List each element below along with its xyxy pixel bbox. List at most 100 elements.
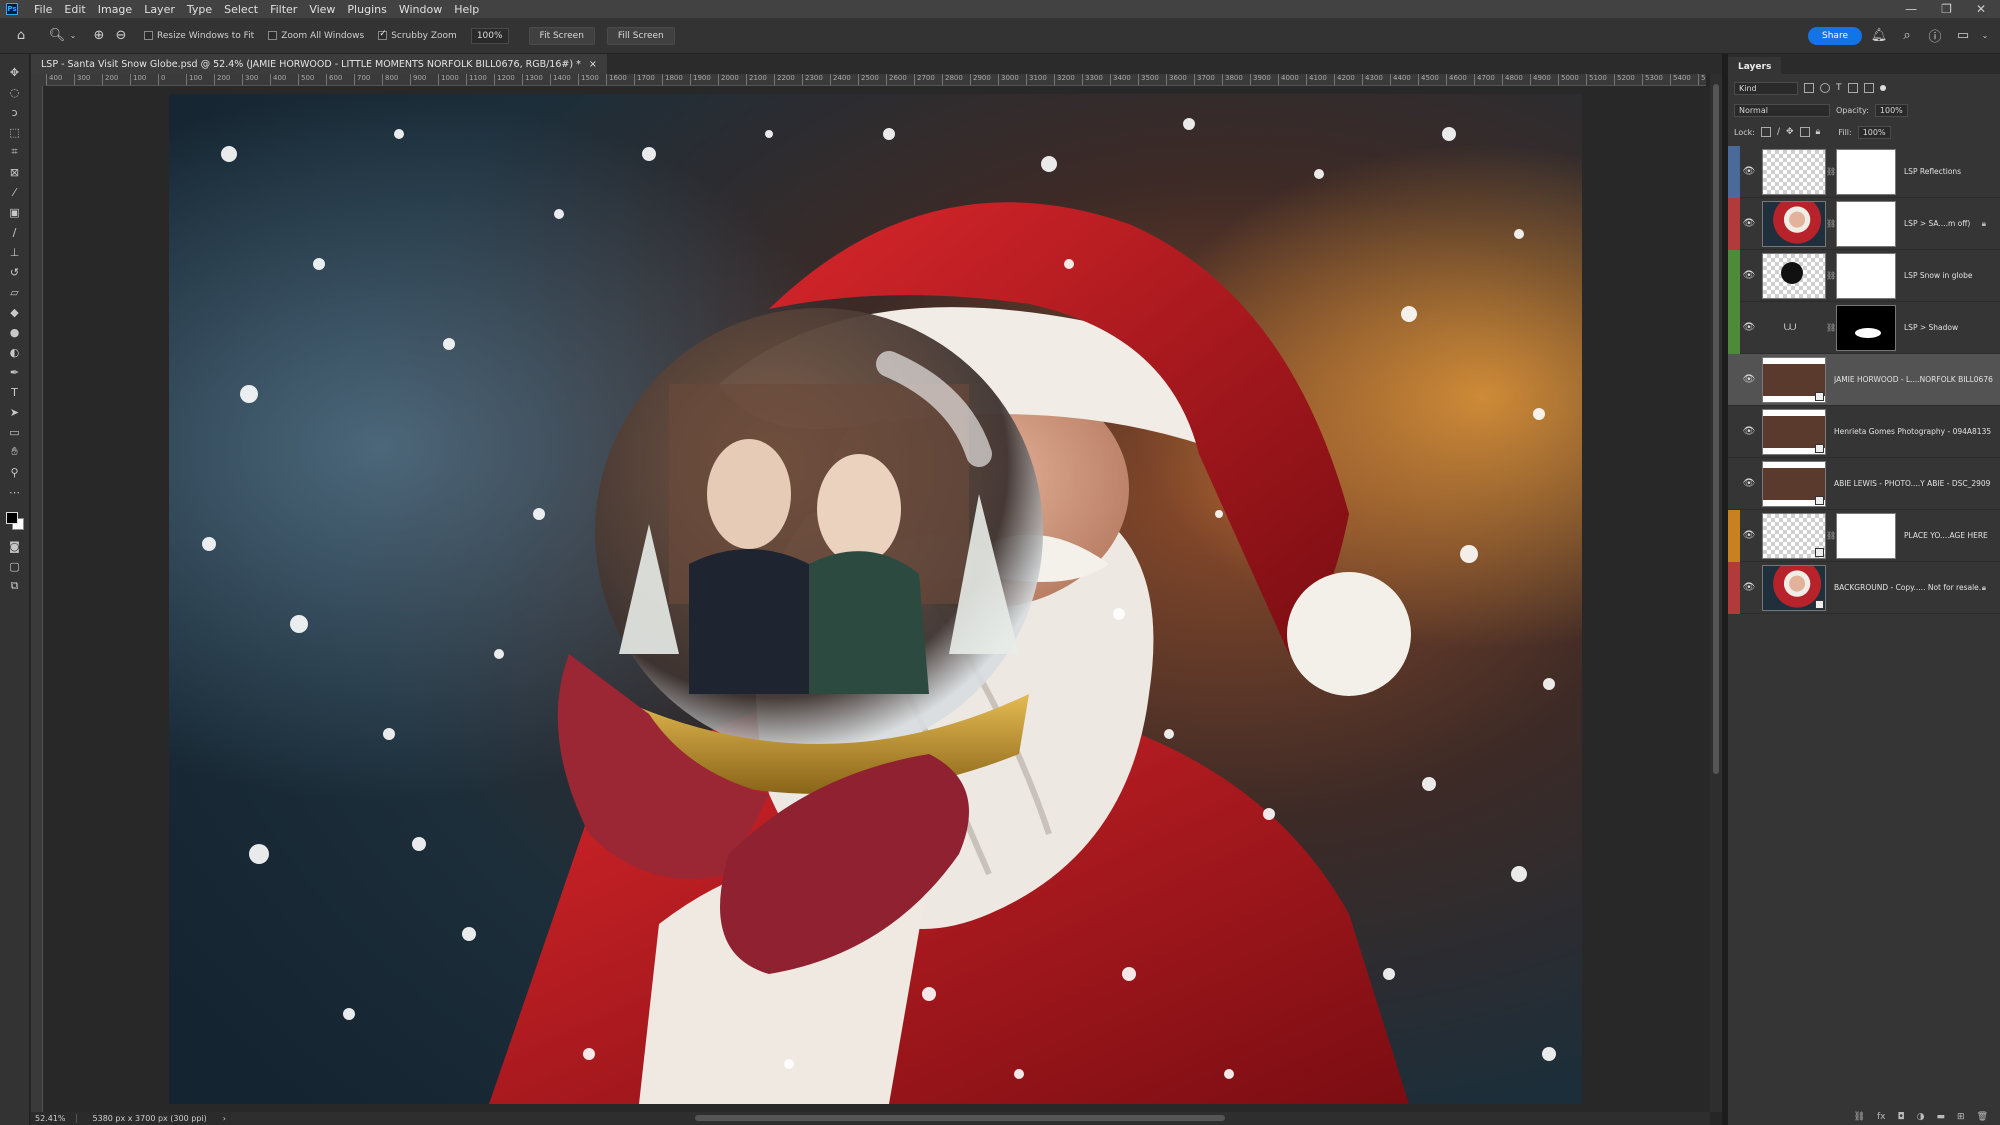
visibility-eye-icon[interactable]: 👁︎ (1742, 166, 1756, 177)
scrubby-zoom-checkbox[interactable] (378, 29, 388, 40)
menu-help[interactable]: Help (448, 3, 485, 16)
opacity-field[interactable]: 100% (1874, 103, 1908, 117)
blend-mode-select[interactable]: Normal (1734, 103, 1830, 117)
frame-tool-icon[interactable]: ⊠ (4, 164, 26, 180)
pen-tool-icon[interactable]: ✒ (4, 364, 26, 380)
fx-icon[interactable]: fx (1877, 1112, 1886, 1122)
visibility-eye-icon[interactable]: 👁︎ (1742, 582, 1756, 593)
horizontal-scroll-thumb[interactable] (695, 1115, 1225, 1121)
share-button[interactable]: Share (1808, 26, 1862, 45)
artboard-icon[interactable]: ⧉ (4, 578, 26, 594)
zoom-in-icon[interactable]: ⊕ (88, 25, 110, 47)
eyedropper-tool-icon[interactable]: ⁄ (4, 184, 26, 200)
filter-toggle-icon[interactable] (1879, 85, 1886, 91)
menu-image[interactable]: Image (92, 3, 138, 16)
marquee-tool-icon[interactable]: ◌ (4, 84, 26, 100)
crop-tool-icon[interactable]: ⌗ (4, 144, 26, 160)
lock-transparent-icon[interactable] (1760, 127, 1771, 137)
filter-pixel-icon[interactable] (1804, 83, 1814, 93)
workspace-icon[interactable]: ▭ (1952, 25, 1974, 47)
close-tab-icon[interactable]: × (589, 59, 597, 70)
horizontal-scrollbar[interactable] (230, 1112, 1710, 1125)
color-swatches[interactable] (4, 510, 26, 534)
vertical-scroll-thumb[interactable] (1713, 84, 1719, 774)
mask-link-icon[interactable]: ⛓ (1826, 219, 1836, 228)
rectangle-tool-icon[interactable]: ▭ (4, 424, 26, 440)
menu-file[interactable]: File (28, 3, 58, 16)
visibility-eye-icon[interactable]: 👁︎ (1742, 374, 1756, 385)
blur-tool-icon[interactable]: ● (4, 324, 26, 340)
layer-row[interactable]: 👁︎ Henrieta Gomes Photography - 094A8135 (1728, 406, 2000, 458)
zoom-all-option[interactable]: Zoom All Windows (268, 31, 364, 41)
menu-filter[interactable]: Filter (264, 3, 303, 16)
mask-link-icon[interactable]: ⛓ (1826, 271, 1836, 280)
eraser-tool-icon[interactable]: ▱ (4, 284, 26, 300)
path-select-tool-icon[interactable]: ➤ (4, 404, 26, 420)
resize-windows-checkbox[interactable] (144, 31, 153, 40)
trash-icon[interactable]: 🗑︎ (1977, 1112, 1988, 1122)
zoom-out-icon[interactable]: ⊖ (110, 25, 132, 47)
folder-icon[interactable]: ▬ (1937, 1112, 1946, 1122)
menu-window[interactable]: Window (393, 3, 448, 16)
move-tool-icon[interactable]: ✥ (4, 64, 26, 80)
layer-name[interactable]: LSP > SA....m off) (1904, 219, 1982, 228)
layer-name[interactable]: Henrieta Gomes Photography - 094A8135 (1834, 427, 2000, 436)
type-tool-icon[interactable]: T (4, 384, 26, 400)
clone-stamp-tool-icon[interactable]: ⊥ (4, 244, 26, 260)
fit-screen-button[interactable]: Fit Screen (528, 26, 595, 45)
lasso-tool-icon[interactable]: ↄ (4, 104, 26, 120)
canvas-area[interactable] (43, 86, 1710, 1112)
layer-row[interactable]: 👁︎ ABIE LEWIS - PHOTO....Y ABIE - DSC_290… (1728, 458, 2000, 510)
menu-edit[interactable]: Edit (58, 3, 91, 16)
zoom-percent-field[interactable]: 100% (470, 27, 509, 44)
lock-all-icon[interactable]: 🔒︎ (1816, 127, 1821, 137)
layer-row[interactable]: 👁︎ ⩊ ⛓ LSP > Shadow (1728, 301, 2000, 354)
search-icon[interactable]: ⌕ (1896, 25, 1918, 47)
screen-mode-icon[interactable]: ▢ (4, 558, 26, 574)
zoom-all-checkbox[interactable] (268, 31, 278, 40)
layer-row[interactable]: 👁︎ ⛓ LSP Reflections (1728, 145, 2000, 198)
foreground-color-swatch[interactable] (5, 512, 18, 524)
restore-icon[interactable]: ❐ (1941, 2, 1952, 16)
layer-mask-thumbnail[interactable] (1836, 512, 1896, 559)
lock-pixels-icon[interactable]: ∕ (1777, 127, 1780, 137)
vertical-ruler[interactable] (31, 86, 43, 1112)
layer-thumbnail[interactable] (1762, 564, 1826, 611)
paint-bucket-tool-icon[interactable]: ◆ (4, 304, 26, 320)
visibility-eye-icon[interactable]: 👁︎ (1742, 270, 1756, 281)
chevron-down-icon[interactable]: ⌄ (68, 25, 78, 47)
document-tab[interactable]: LSP - Santa Visit Snow Globe.psd @ 52.4%… (31, 54, 607, 74)
layer-name[interactable]: LSP > Shadow (1904, 323, 2000, 332)
layer-mask-thumbnail[interactable] (1836, 200, 1896, 247)
zoom-level[interactable]: 52.41% (35, 1114, 77, 1123)
resize-windows-option[interactable]: Resize Windows to Fit (144, 31, 254, 41)
visibility-eye-icon[interactable]: 👁︎ (1742, 530, 1756, 541)
layer-row[interactable]: 👁︎ ⛓ LSP > SA....m off) 🔒︎ (1728, 197, 2000, 250)
layer-thumbnail[interactable] (1762, 200, 1826, 247)
layer-name[interactable]: LSP Reflections (1904, 167, 2000, 176)
mask-link-icon[interactable]: ⛓ (1826, 323, 1836, 332)
layer-mask-thumbnail[interactable] (1836, 304, 1896, 351)
document-image[interactable] (169, 94, 1582, 1104)
filter-kind-select[interactable]: Kind (1734, 81, 1798, 95)
layer-thumbnail[interactable] (1762, 252, 1826, 299)
layer-row[interactable]: 👁︎ JAMIE HORWOOD - L....NORFOLK BILL0676 (1728, 354, 2000, 406)
layer-thumbnail[interactable] (1762, 148, 1826, 195)
photoshop-logo-icon[interactable]: Ps (6, 3, 18, 15)
layer-thumbnail[interactable]: ⩊ (1762, 304, 1826, 351)
layer-name[interactable]: BACKGROUND - Copy..... Not for resale. (1834, 583, 1982, 592)
lock-artboard-icon[interactable] (1799, 127, 1810, 137)
zoom-tool-sidebar-icon[interactable]: ⚲ (4, 464, 26, 480)
layer-mask-thumbnail[interactable] (1836, 148, 1896, 195)
layer-thumbnail[interactable] (1762, 408, 1826, 455)
layer-name[interactable]: LSP Snow in globe (1904, 271, 2000, 280)
menu-plugins[interactable]: Plugins (341, 3, 392, 16)
layers-tab[interactable]: Layers (1728, 57, 1782, 77)
adjustment-icon[interactable]: ◑ (1917, 1112, 1925, 1122)
mask-icon[interactable]: ◘ (1898, 1112, 1905, 1122)
bell-icon[interactable]: 🔔︎ (1868, 25, 1890, 47)
menu-type[interactable]: Type (181, 3, 218, 16)
object-select-tool-icon[interactable]: ⬚ (4, 124, 26, 140)
layer-row[interactable]: 👁︎ ⛓ LSP Snow in globe (1728, 249, 2000, 302)
menu-view[interactable]: View (303, 3, 341, 16)
